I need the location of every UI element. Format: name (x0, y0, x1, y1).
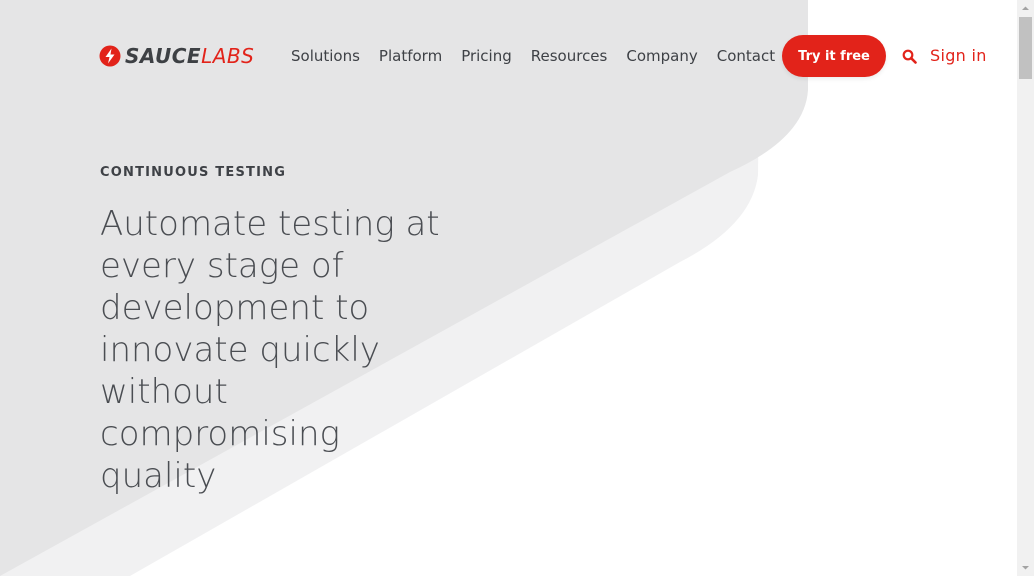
main-nav: Solutions Platform Pricing Resources Com… (291, 44, 794, 68)
nav-item-solutions[interactable]: Solutions (291, 44, 360, 68)
sauce-labs-logo-icon (99, 45, 121, 67)
brand-name-part1: SAUCE (125, 44, 202, 68)
nav-item-company[interactable]: Company (626, 44, 697, 68)
sign-in-link[interactable]: Sign in (930, 44, 987, 68)
nav-item-resources[interactable]: Resources (531, 44, 608, 68)
hero-headline: Automate testing at every stage of devel… (100, 204, 440, 496)
scrollbar-thumb[interactable] (1019, 17, 1032, 79)
page: SAUCELABS Solutions Platform Pricing Res… (0, 0, 1017, 576)
scroll-down-arrow-icon[interactable] (1017, 559, 1034, 576)
brand-name-part2: LABS (201, 44, 255, 68)
nav-item-pricing[interactable]: Pricing (461, 44, 512, 68)
nav-item-contact[interactable]: Contact (717, 44, 775, 68)
hero-eyebrow: CONTINUOUS TESTING (100, 165, 287, 180)
brand-logo[interactable]: SAUCELABS (99, 43, 254, 69)
brand-name: SAUCELABS (125, 43, 254, 69)
nav-item-platform[interactable]: Platform (379, 44, 442, 68)
try-it-free-button[interactable]: Try it free (782, 35, 886, 77)
scroll-up-arrow-icon[interactable] (1017, 0, 1034, 17)
search-icon[interactable] (902, 49, 917, 64)
vertical-scrollbar[interactable] (1017, 0, 1034, 576)
